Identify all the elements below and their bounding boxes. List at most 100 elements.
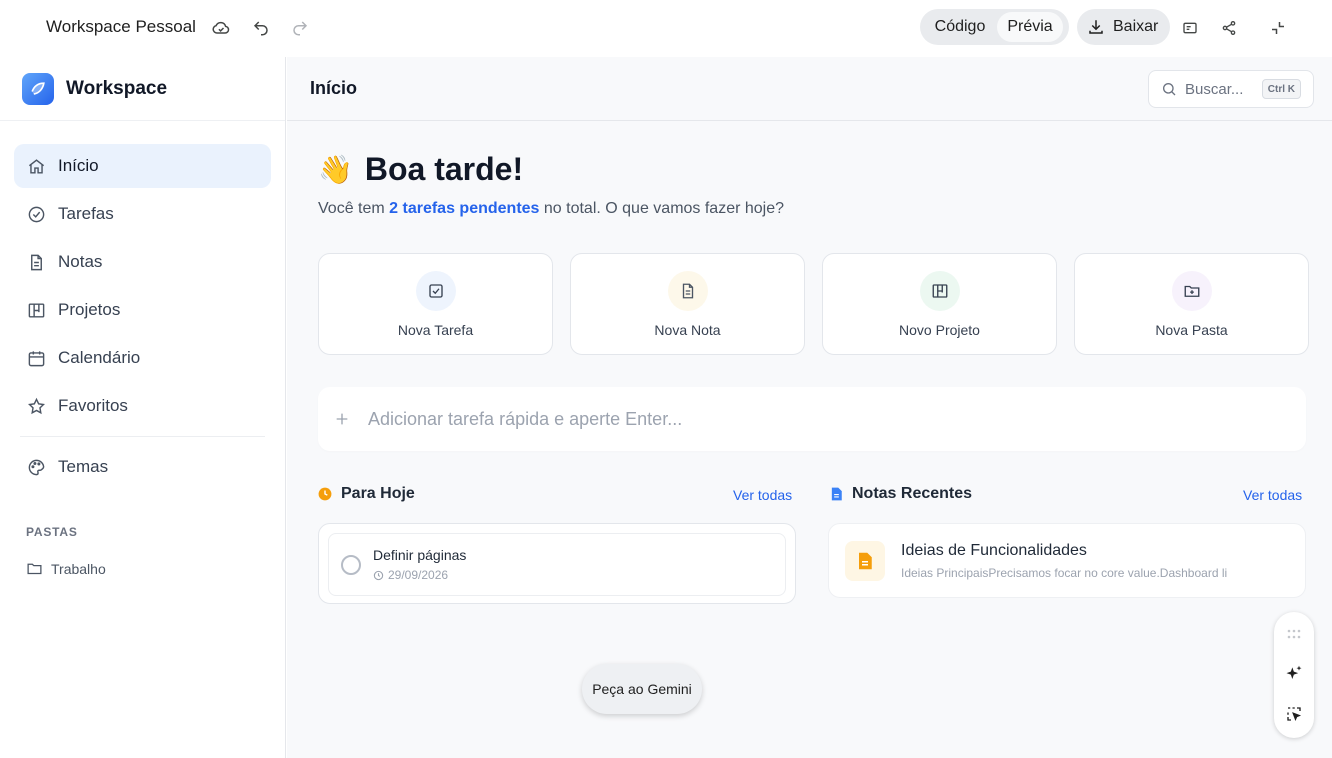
cloud-sync-icon[interactable] xyxy=(209,16,233,40)
palette-icon xyxy=(26,457,46,477)
sidebar-item-favoritos[interactable]: Favoritos xyxy=(14,384,271,428)
drag-handle-icon[interactable] xyxy=(1282,622,1306,646)
task-date-text: 29/09/2026 xyxy=(388,568,449,582)
check-circle-icon xyxy=(26,204,46,224)
star-icon xyxy=(26,396,46,416)
home-icon xyxy=(26,156,46,176)
new-task-card[interactable]: Nova Tarefa xyxy=(318,253,553,355)
quick-add-bar xyxy=(318,387,1306,451)
sidebar-item-label: Calendário xyxy=(58,348,141,367)
notes-view-all-link[interactable]: Ver todas xyxy=(1243,487,1302,503)
greeting: 👋 Boa tarde! xyxy=(318,151,523,188)
pending-tasks-highlight[interactable]: 2 tarefas pendentes xyxy=(389,200,539,217)
download-label: Baixar xyxy=(1113,18,1159,35)
quick-add-input[interactable] xyxy=(368,408,1268,430)
calendar-icon xyxy=(26,348,46,368)
main-header: Início Buscar... Ctrl K xyxy=(287,57,1332,121)
project-icon xyxy=(919,271,960,311)
sidebar-divider xyxy=(20,436,265,437)
notes-section-title: Notas Recentes xyxy=(852,485,973,502)
card-label: Nova Pasta xyxy=(1155,322,1228,338)
sidebar-item-label: Início xyxy=(58,156,99,175)
new-note-card[interactable]: Nova Nota xyxy=(570,253,805,355)
code-tab[interactable]: Código xyxy=(923,12,997,42)
folder-label: Trabalho xyxy=(51,560,106,577)
note-file-icon xyxy=(845,540,885,581)
download-button[interactable]: Baixar xyxy=(1077,9,1170,45)
card-label: Nova Tarefa xyxy=(397,322,474,338)
today-view-all-link[interactable]: Ver todas xyxy=(733,487,792,503)
card-label: Nova Nota xyxy=(654,322,721,338)
greeting-text: Boa tarde! xyxy=(364,151,524,187)
sidebar-item-label: Projetos xyxy=(58,300,121,319)
note-preview: Ideias PrincipaisPrecisamos focar no cor… xyxy=(901,565,1228,580)
task-body: Definir páginas 29/09/2026 xyxy=(373,547,466,582)
redo-icon[interactable] xyxy=(288,16,312,40)
brand-name: Workspace xyxy=(66,77,168,99)
workspace-logo-icon xyxy=(22,72,54,105)
today-task-list: Definir páginas 29/09/2026 xyxy=(318,523,796,604)
floating-toolbar xyxy=(1274,612,1314,738)
sidebar: Workspace Início Tarefas Notas Projetos xyxy=(0,57,286,758)
brand: Workspace xyxy=(0,57,285,121)
new-project-card[interactable]: Novo Projeto xyxy=(822,253,1057,355)
card-label: Novo Projeto xyxy=(899,322,980,338)
top-app-bar: Workspace Pessoal Código Prévia Baixar xyxy=(0,0,1332,57)
search-input[interactable]: Buscar... Ctrl K xyxy=(1148,70,1314,108)
share-icon[interactable] xyxy=(1217,16,1241,40)
note-icon xyxy=(667,271,708,311)
today-section-title: Para Hoje xyxy=(341,485,415,502)
download-icon xyxy=(1087,18,1105,36)
sparkle-icon[interactable] xyxy=(1282,662,1306,686)
note-title: Ideias de Funcionalidades xyxy=(901,541,1087,559)
document-icon xyxy=(26,252,46,272)
folder-icon xyxy=(26,560,43,577)
main-content: Início Buscar... Ctrl K 👋 Boa tarde! Voc… xyxy=(287,57,1332,758)
folder-plus-icon xyxy=(1171,271,1212,311)
waving-hand-icon: 👋 xyxy=(318,153,353,185)
today-section-header: Para Hoje xyxy=(318,485,415,503)
sidebar-item-notas[interactable]: Notas xyxy=(14,240,271,284)
ask-gemini-button[interactable]: Peça ao Gemini xyxy=(582,664,702,714)
subtitle-pre: Você tem xyxy=(318,200,390,217)
sidebar-item-temas[interactable]: Temas xyxy=(14,445,271,489)
sidebar-item-label: Favoritos xyxy=(58,396,128,415)
undo-icon[interactable] xyxy=(249,16,273,40)
note-item[interactable]: Ideias de Funcionalidades Ideias Princip… xyxy=(828,523,1306,598)
task-item[interactable]: Definir páginas 29/09/2026 xyxy=(328,533,786,596)
workspace-title: Workspace Pessoal xyxy=(46,17,196,36)
subtitle-post: no total. O que vamos fazer hoje? xyxy=(539,200,785,217)
fullscreen-preview-icon[interactable] xyxy=(1178,16,1202,40)
notes-section-header: Notas Recentes xyxy=(830,485,972,503)
task-due-date: 29/09/2026 xyxy=(373,568,466,582)
sidebar-item-inicio[interactable]: Início xyxy=(14,144,271,188)
greeting-subtitle: Você tem 2 tarefas pendentes no total. O… xyxy=(318,200,784,218)
note-section-icon xyxy=(830,487,843,501)
clock-icon xyxy=(318,487,332,501)
folder-item-trabalho[interactable]: Trabalho xyxy=(26,560,285,577)
collapse-icon[interactable] xyxy=(1266,16,1290,40)
search-placeholder: Buscar... xyxy=(1185,80,1244,98)
kanban-icon xyxy=(26,300,46,320)
task-icon xyxy=(415,271,456,311)
search-icon xyxy=(1161,81,1177,97)
sidebar-item-tarefas[interactable]: Tarefas xyxy=(14,192,271,236)
page-title: Início xyxy=(310,78,358,98)
task-checkbox[interactable] xyxy=(341,554,361,575)
search-shortcut-badge: Ctrl K xyxy=(1261,79,1301,99)
sidebar-item-label: Tarefas xyxy=(58,204,114,223)
folders-section-label: PASTAS xyxy=(26,525,78,539)
new-folder-card[interactable]: Nova Pasta xyxy=(1074,253,1309,355)
preview-tab[interactable]: Prévia xyxy=(997,12,1063,42)
note-body: Ideias de Funcionalidades Ideias Princip… xyxy=(901,542,1251,580)
plus-icon xyxy=(334,411,350,427)
task-title: Definir páginas xyxy=(373,547,467,563)
sidebar-item-label: Temas xyxy=(58,457,109,476)
sidebar-nav: Início Tarefas Notas Projetos Calendário xyxy=(0,121,285,489)
sidebar-item-projetos[interactable]: Projetos xyxy=(14,288,271,332)
sidebar-item-label: Notas xyxy=(58,252,103,271)
sidebar-item-calendario[interactable]: Calendário xyxy=(14,336,271,380)
quick-actions: Nova Tarefa Nova Nota Novo Projeto Nova … xyxy=(318,253,1309,355)
select-element-icon[interactable] xyxy=(1282,702,1306,726)
clock-outline-icon xyxy=(373,570,384,581)
